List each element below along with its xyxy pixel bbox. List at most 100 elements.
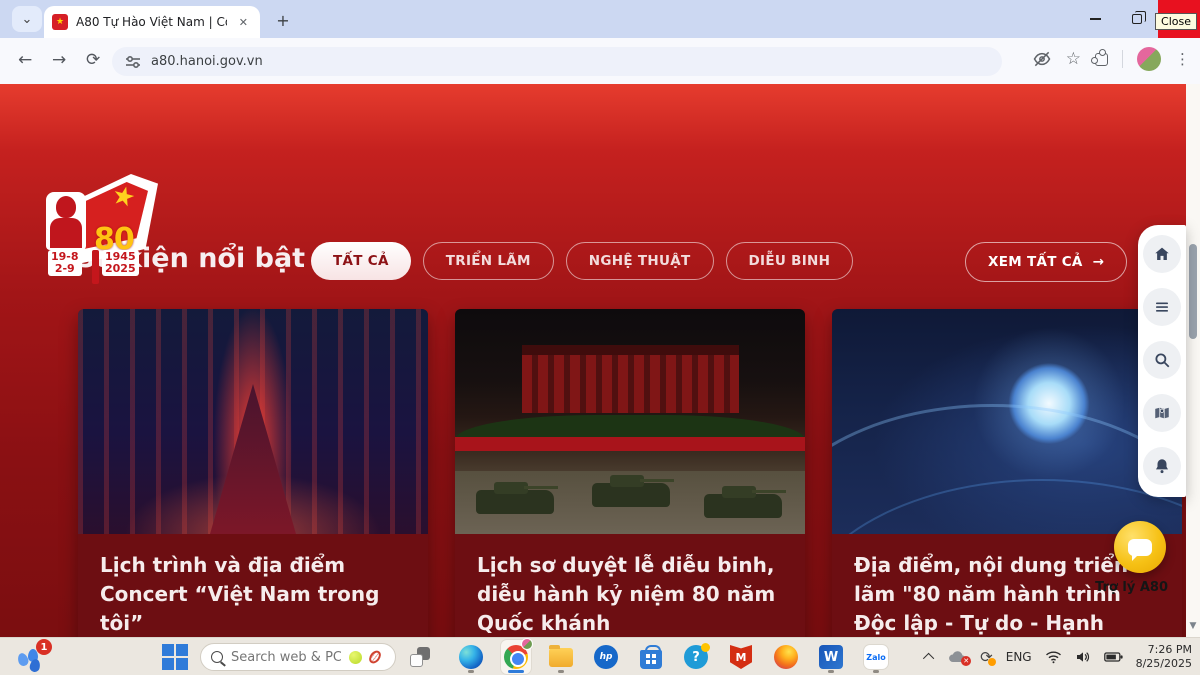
filter-exhibition[interactable]: TRIỂN LÃM [423,242,554,280]
card-title: Lịch trình và địa điểm Concert “Việt Nam… [100,551,406,638]
taskbar-firefox-button[interactable] [771,640,801,674]
filter-art[interactable]: NGHỆ THUẬT [566,242,714,280]
tray-expand-button[interactable] [926,653,934,661]
sync-pending-dot [988,658,996,666]
taskbar-edge-button[interactable] [456,640,486,674]
card-image-parade [455,309,805,534]
filter-all[interactable]: TẤT CẢ [311,242,411,280]
logo-portrait-body [50,218,82,248]
running-indicator [873,670,879,673]
eye-off-icon[interactable] [1032,49,1052,69]
logo-year-end: 2025 [105,263,136,275]
taskbar-chrome-button[interactable] [501,640,531,674]
logo-dates: 19-8 2-9 [48,250,82,276]
language-indicator[interactable]: ENG [1006,650,1032,664]
tennis-racket-icon [367,648,383,665]
assistant-chat-button[interactable] [1114,521,1166,573]
volume-button[interactable] [1075,650,1091,664]
taskbar-zalo-button[interactable]: Zalo [861,640,891,674]
concert-stage-shape [210,384,296,534]
wifi-icon [1045,650,1062,664]
new-tab-button[interactable]: + [272,9,294,31]
scroll-down-icon[interactable]: ▼ [1187,621,1199,631]
start-button[interactable] [162,644,188,670]
tab-search-button[interactable]: ⌄ [12,6,42,32]
floating-sidebar [1138,225,1186,497]
clock[interactable]: 7:26 PM 8/25/2025 [1136,643,1192,672]
card-title: Lịch sơ duyệt lễ diễu binh, diễu hành kỷ… [477,551,783,638]
search-button[interactable] [1143,341,1181,379]
edge-icon [459,645,483,669]
task-view-button[interactable] [410,647,430,667]
word-icon: W [819,645,843,669]
close-tooltip: Close [1155,13,1197,30]
menu-button[interactable] [1143,288,1181,326]
trees-shape [455,415,805,440]
assistant-label: Trợ lý A80 [1095,580,1168,595]
windows-logo-icon [162,658,174,670]
event-card-exhibition[interactable]: Địa điểm, nội dung triển lãm "80 năm hàn… [832,309,1182,675]
taskbar-mcafee-button[interactable]: M [726,640,756,674]
address-bar[interactable]: a80.hanoi.gov.vn [112,47,1002,76]
map-pin-icon [1153,404,1171,422]
url-text: a80.hanoi.gov.vn [151,54,263,69]
browser-tab[interactable]: ★ A80 Tự Hào Việt Nam | Cống th ✕ [44,6,260,38]
event-card-concert[interactable]: Lịch trình và địa điểm Concert “Việt Nam… [78,309,428,675]
taskbar-file-explorer-button[interactable] [546,640,576,674]
search-input[interactable] [231,650,341,665]
search-icon [1153,351,1171,369]
view-all-button[interactable]: XEM TẤT CẢ → [965,242,1127,282]
bell-icon [1153,457,1171,475]
tank-shape [704,494,782,518]
taskbar-store-button[interactable] [636,640,666,674]
window-restore-button[interactable] [1116,0,1158,38]
tab-close-icon[interactable]: ✕ [235,14,252,31]
scrollbar-thumb[interactable] [1189,244,1197,339]
sync-status-button[interactable]: ⟳ [980,648,993,666]
onedrive-status-button[interactable]: ✕ [947,650,967,664]
page-scrollbar[interactable]: ▼ [1186,84,1200,637]
battery-icon [1104,651,1123,663]
microsoft-store-icon [640,650,662,669]
card-image-exhibition [832,309,1182,534]
event-card-parade[interactable]: Lịch sơ duyệt lễ diễu binh, diễu hành kỷ… [455,309,805,675]
mcafee-shield-icon: M [730,645,752,669]
extensions-icon[interactable] [1095,53,1108,66]
taskbar-get-help-button[interactable]: ? [681,640,711,674]
home-button[interactable] [1143,235,1181,273]
bookmark-star-icon[interactable]: ☆ [1066,49,1081,69]
tray-time: 7:26 PM [1136,643,1192,657]
logo-portrait-head [56,196,76,218]
battery-button[interactable] [1104,651,1123,663]
view-all-label: XEM TẤT CẢ [988,254,1083,270]
restore-icon [1132,14,1142,24]
logo-flagpole [92,250,99,284]
page-background: Sự kiện nổi bật ★ 80 19-8 2-9 1945 2025 … [0,84,1200,637]
windows-taskbar: 1 hp ? M W Zalo [0,637,1200,675]
taskbar-search-box[interactable] [200,643,396,671]
taskbar-hp-button[interactable]: hp [591,640,621,674]
taskbar-app-group: hp ? M W Zalo [456,638,891,675]
firefox-icon [774,645,798,669]
map-button[interactable] [1143,394,1181,432]
reload-icon[interactable]: ⟳ [86,50,100,70]
logo-date-2: 2-9 [51,263,79,275]
file-explorer-icon [549,648,573,667]
banner-shape [455,437,805,451]
notifications-button[interactable] [1143,447,1181,485]
profile-avatar[interactable] [1137,47,1161,71]
forward-icon[interactable]: → [52,50,66,70]
notification-badge: 1 [36,639,52,655]
filter-parade[interactable]: DIỄU BINH [726,242,854,280]
site-settings-icon[interactable] [125,54,141,70]
speaker-icon [1075,650,1091,664]
weather-widget-button[interactable]: 1 [16,643,50,671]
wifi-button[interactable] [1045,650,1062,664]
running-indicator [558,670,564,673]
task-view-icon [410,654,423,667]
back-icon[interactable]: ← [18,50,32,70]
taskbar-word-button[interactable]: W [816,640,846,674]
window-minimize-button[interactable] [1074,0,1116,38]
menu-kebab-icon[interactable]: ⋮ [1175,50,1190,68]
card-image-concert [78,309,428,534]
